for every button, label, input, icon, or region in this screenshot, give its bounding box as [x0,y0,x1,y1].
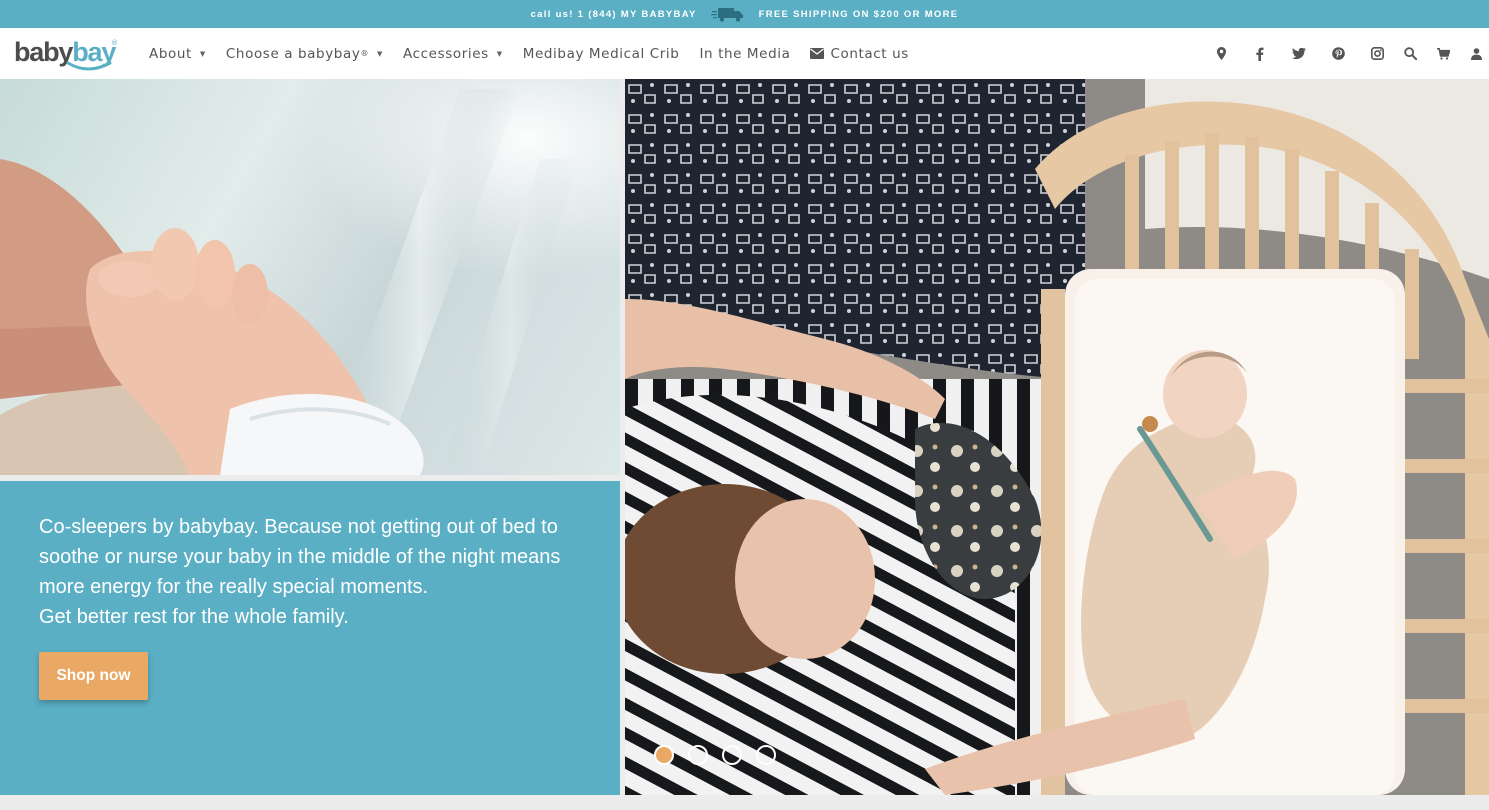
page-bottom-strip [0,795,1489,810]
call-us-text[interactable]: call us! 1 (844) MY BABYBAY [531,9,697,20]
caret-down-icon: ▼ [199,49,206,58]
nav-item-medibay-label: Medibay Medical Crib [522,45,680,62]
babybay-logo[interactable]: babybay ® [14,37,118,73]
facebook-icon[interactable] [1253,47,1267,61]
truck-icon [710,8,743,22]
nav-item-accessories-label: Accessories [403,45,489,62]
hero-text-line-1: Co-sleepers by babybay. Because not gett… [39,516,561,598]
envelope-icon [810,48,825,59]
top-announcement-bar: call us! 1 (844) MY BABYBAY FREE SHIPPIN… [0,0,1489,28]
nav-menu: About ▼ Choose a babybay ® ▼ Accessories … [149,28,929,79]
hero-text-line-2: Get better rest for the whole family. [39,606,349,628]
baby-hand-illustration [0,79,620,475]
nav-icon-group [1189,28,1483,79]
hero-image-cosleeper [625,79,1489,795]
hero-description: Co-sleepers by babybay. Because not gett… [39,512,579,632]
shop-now-button[interactable]: Shop now [39,652,148,700]
search-icon[interactable] [1403,47,1417,61]
main-navigation: babybay ® About ▼ Choose a babybay ® ▼ Ac… [0,28,1489,79]
hero-text-panel: Co-sleepers by babybay. Because not gett… [0,481,620,795]
carousel-dot-1[interactable] [654,745,674,765]
logo-swoosh [66,61,112,71]
nav-item-contact-label: Contact us [830,45,909,62]
caret-down-icon: ▼ [496,49,503,58]
nav-item-choose-a-babybay[interactable]: Choose a babybay ® ▼ [226,46,383,62]
map-pin-icon[interactable] [1214,47,1228,61]
nav-item-media-label: In the Media [699,45,791,62]
pinterest-icon[interactable] [1331,47,1345,61]
nav-item-in-the-media[interactable]: In the Media [699,46,790,62]
carousel-dot-2[interactable] [688,745,708,765]
nav-item-medibay[interactable]: Medibay Medical Crib [523,46,680,62]
user-icon[interactable] [1469,47,1483,61]
caret-down-icon: ▼ [377,49,384,58]
nav-item-choose-label: Choose a babybay [225,45,361,62]
cart-icon[interactable] [1436,47,1450,61]
registered-mark: ® [360,49,370,58]
logo-word-baby: baby [14,37,73,67]
nav-item-accessories[interactable]: Accessories ▼ [403,46,503,62]
logo-registered-mark: ® [111,39,118,47]
free-shipping-text: FREE SHIPPING ON $200 OR MORE [758,8,959,20]
nav-item-about-label: About [149,45,192,62]
carousel-indicators [654,745,776,765]
hero-image-baby-hand [0,79,620,475]
cosleeper-illustration [625,79,1489,795]
carousel-dot-4[interactable] [756,745,776,765]
instagram-icon[interactable] [1370,47,1384,61]
nav-item-about[interactable]: About ▼ [149,46,206,62]
nav-item-contact-us[interactable]: Contact us [810,46,908,62]
twitter-icon[interactable] [1292,47,1306,61]
carousel-dot-3[interactable] [722,745,742,765]
